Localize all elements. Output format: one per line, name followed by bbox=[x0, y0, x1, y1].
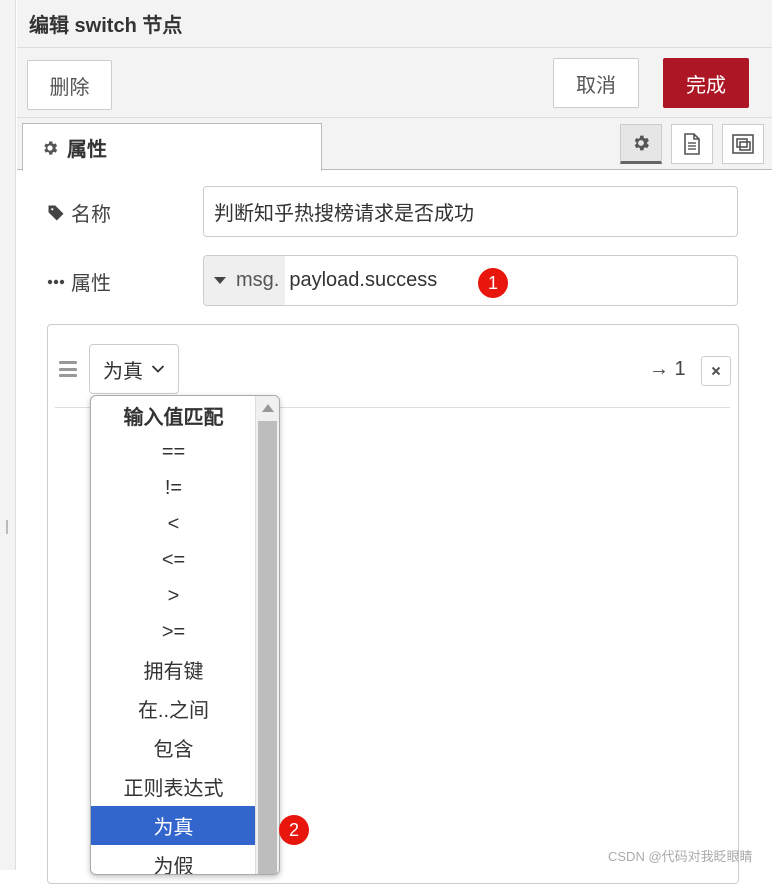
scroll-up-icon[interactable] bbox=[262, 404, 274, 412]
option-is-true[interactable]: 为真 bbox=[91, 806, 256, 845]
page-title: 编辑 switch 节点 bbox=[29, 15, 183, 37]
property-type-label: msg. bbox=[236, 269, 280, 291]
name-label: 名称 bbox=[71, 204, 111, 226]
option-group-header: 输入值匹配 bbox=[123, 406, 224, 429]
done-button[interactable]: 完成 bbox=[663, 58, 749, 108]
property-typed-input: msg. payload.success bbox=[203, 255, 738, 306]
watermark: CSDN @代码对我眨眼睛 bbox=[608, 849, 753, 864]
option-between[interactable]: 在..之间 bbox=[91, 689, 256, 728]
operator-options: 输入值匹配 == != < <= > >= 拥有键 在..之间 包含 正则表达式… bbox=[91, 396, 256, 874]
window-restore-icon bbox=[731, 133, 755, 155]
rule-output-label: → 1 bbox=[649, 358, 686, 380]
tab-bar: 属性 bbox=[17, 118, 772, 171]
option-gt[interactable]: > bbox=[91, 578, 256, 614]
tag-icon bbox=[47, 204, 65, 222]
property-value-input[interactable]: payload.success bbox=[285, 269, 437, 292]
tray-header: 编辑 switch 节点 bbox=[17, 0, 772, 48]
file-text-icon bbox=[683, 133, 701, 155]
annotation-marker-1: 1 bbox=[478, 268, 508, 298]
tab-properties[interactable]: 属性 bbox=[22, 123, 322, 171]
gear-icon bbox=[41, 139, 59, 157]
name-row-label: 名称 bbox=[47, 198, 111, 227]
option-is-false[interactable]: 为假 bbox=[91, 845, 256, 874]
tab-properties-label: 属性 bbox=[67, 139, 107, 161]
close-icon bbox=[711, 366, 721, 376]
option-eq[interactable]: == bbox=[91, 434, 256, 470]
option-lt[interactable]: < bbox=[91, 506, 256, 542]
property-row-label: 属性 bbox=[47, 267, 111, 296]
option-regex[interactable]: 正则表达式 bbox=[91, 767, 256, 806]
remove-rule-button[interactable] bbox=[701, 356, 731, 386]
option-contains[interactable]: 包含 bbox=[91, 728, 256, 767]
gear-icon bbox=[631, 133, 651, 153]
operator-dropdown[interactable]: 输入值匹配 == != < <= > >= 拥有键 在..之间 包含 正则表达式… bbox=[90, 395, 280, 875]
scroll-thumb[interactable] bbox=[258, 421, 277, 874]
dropdown-scrollbar[interactable] bbox=[255, 396, 279, 874]
property-type-select[interactable]: msg. bbox=[204, 256, 286, 305]
canvas-edge bbox=[0, 0, 16, 870]
option-lte[interactable]: <= bbox=[91, 542, 256, 578]
rule-operator-select[interactable]: 为真 bbox=[89, 344, 179, 394]
ellipsis-icon bbox=[47, 279, 65, 285]
option-neq[interactable]: != bbox=[91, 470, 256, 506]
settings-tab-button[interactable] bbox=[620, 124, 662, 164]
description-tab-button[interactable] bbox=[671, 124, 713, 164]
canvas-tick bbox=[6, 520, 8, 534]
rule-operator-value: 为真 bbox=[103, 360, 143, 383]
delete-button[interactable]: 删除 bbox=[27, 60, 112, 110]
caret-down-icon bbox=[214, 277, 226, 284]
option-gte[interactable]: >= bbox=[91, 614, 256, 650]
property-label: 属性 bbox=[71, 273, 111, 295]
cancel-button[interactable]: 取消 bbox=[553, 58, 639, 108]
drag-handle-icon[interactable] bbox=[59, 361, 77, 377]
name-input-field[interactable]: 判断知乎热搜榜请求是否成功 bbox=[203, 186, 738, 237]
option-has-key[interactable]: 拥有键 bbox=[91, 650, 256, 689]
tray-toolbar: 删除 取消 完成 bbox=[17, 48, 772, 118]
appearance-tab-button[interactable] bbox=[722, 124, 764, 164]
annotation-marker-2: 2 bbox=[279, 815, 309, 845]
chevron-down-icon bbox=[151, 364, 165, 374]
